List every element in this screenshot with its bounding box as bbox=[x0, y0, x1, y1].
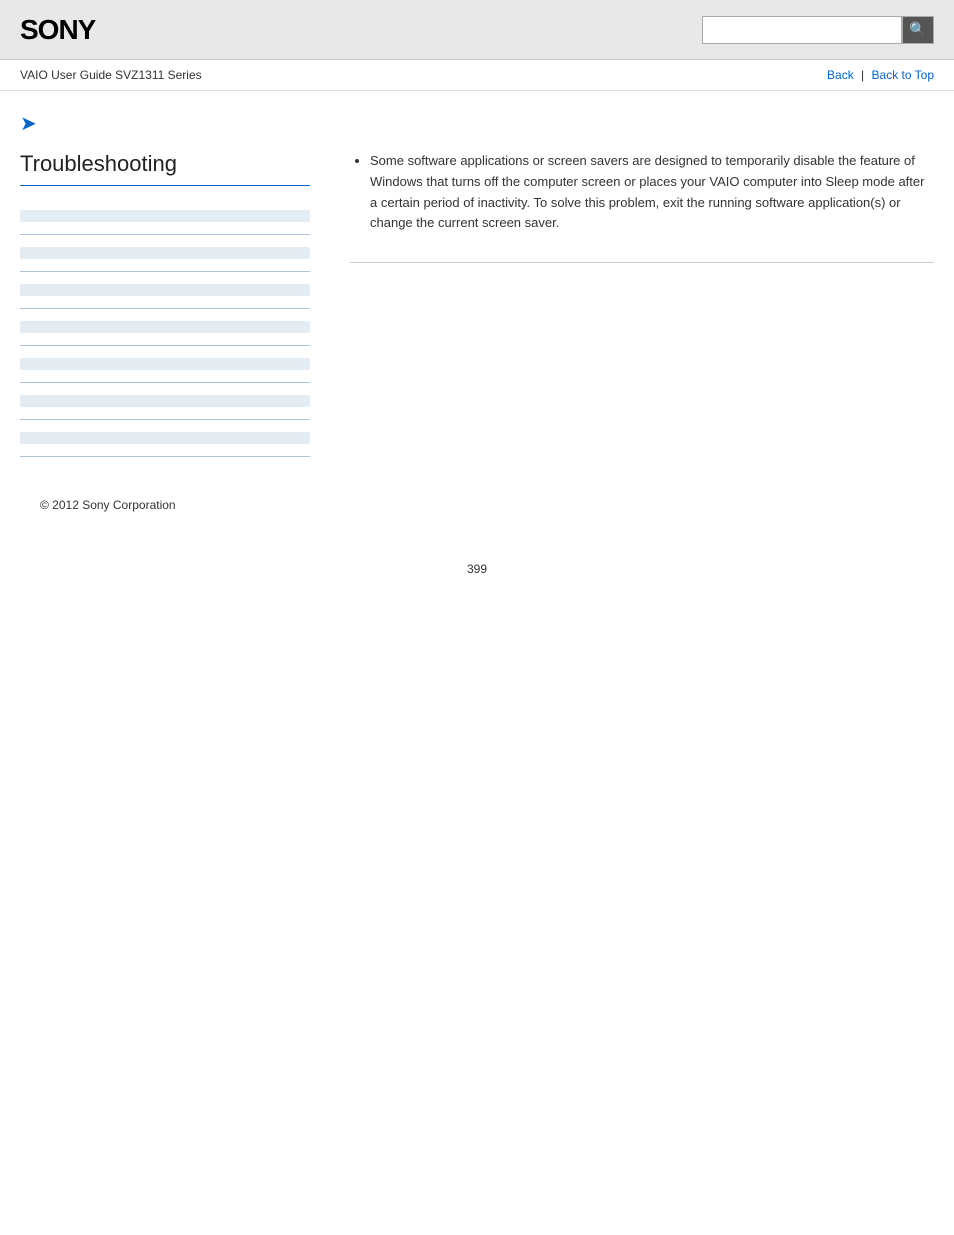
list-item bbox=[20, 309, 310, 346]
sidebar-link-placeholder[interactable] bbox=[20, 247, 310, 259]
sidebar-link-placeholder[interactable] bbox=[20, 432, 310, 444]
search-input[interactable] bbox=[702, 16, 902, 44]
list-item bbox=[20, 383, 310, 420]
page-number-container: 399 bbox=[0, 532, 954, 606]
list-item bbox=[20, 235, 310, 272]
back-to-top-link[interactable]: Back to Top bbox=[872, 68, 934, 82]
sidebar-link-placeholder[interactable] bbox=[20, 358, 310, 370]
back-link[interactable]: Back bbox=[827, 68, 854, 82]
sidebar-link-placeholder[interactable] bbox=[20, 321, 310, 333]
content-section: Some software applications or screen sav… bbox=[350, 151, 934, 263]
copyright-text: © 2012 Sony Corporation bbox=[40, 498, 176, 512]
nav-bar: VAIO User Guide SVZ1311 Series Back | Ba… bbox=[0, 60, 954, 91]
sidebar-link-placeholder[interactable] bbox=[20, 395, 310, 407]
sidebar: Troubleshooting bbox=[20, 151, 330, 457]
breadcrumb: VAIO User Guide SVZ1311 Series bbox=[20, 68, 202, 82]
list-item bbox=[20, 272, 310, 309]
search-area: 🔍 bbox=[702, 16, 934, 44]
search-icon: 🔍 bbox=[909, 21, 926, 38]
nav-links: Back | Back to Top bbox=[827, 68, 934, 82]
page-number: 399 bbox=[467, 562, 487, 576]
chevron-right-icon: ➤ bbox=[20, 111, 37, 136]
sidebar-title: Troubleshooting bbox=[20, 151, 310, 186]
chevron-icon: ➤ bbox=[20, 111, 934, 151]
main-content: ➤ Troubleshooting bbox=[0, 91, 954, 532]
content-layout: Troubleshooting bbox=[20, 151, 934, 457]
sony-logo: SONY bbox=[20, 14, 95, 46]
content-bullet: Some software applications or screen sav… bbox=[370, 151, 934, 234]
nav-separator: | bbox=[861, 68, 864, 82]
list-item bbox=[20, 420, 310, 457]
right-content: Some software applications or screen sav… bbox=[330, 151, 934, 457]
search-button[interactable]: 🔍 bbox=[902, 16, 934, 44]
list-item bbox=[20, 346, 310, 383]
page-footer: © 2012 Sony Corporation bbox=[20, 497, 934, 512]
list-item bbox=[20, 198, 310, 235]
sidebar-links bbox=[20, 198, 310, 457]
sidebar-link-placeholder[interactable] bbox=[20, 284, 310, 296]
content-list: Some software applications or screen sav… bbox=[350, 151, 934, 234]
header: SONY 🔍 bbox=[0, 0, 954, 60]
sidebar-link-placeholder[interactable] bbox=[20, 210, 310, 222]
